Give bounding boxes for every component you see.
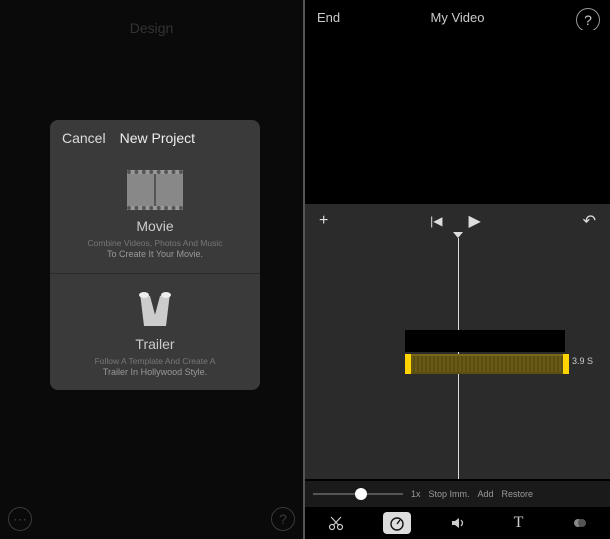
speed-row: 1x Stop Imm. Add Restore	[305, 481, 610, 507]
help-button-left[interactable]: ?	[271, 507, 295, 531]
more-button[interactable]: ⋯	[8, 507, 32, 531]
stop-immediate-button[interactable]: Stop Imm.	[429, 489, 470, 499]
trailer-option[interactable]: Trailer Follow A Template And Create A T…	[50, 273, 260, 391]
edit-toolbar: T	[305, 507, 610, 539]
help-button-right[interactable]: ?	[576, 8, 600, 32]
new-project-dialog: Cancel New Project Movie Combine Videos,…	[50, 120, 260, 390]
add-media-button[interactable]: +	[319, 212, 328, 230]
speed-slider-thumb[interactable]	[355, 488, 367, 500]
skip-back-button[interactable]: |◀	[430, 214, 442, 228]
play-button[interactable]: ▶	[468, 211, 480, 231]
dialog-title: New Project	[120, 130, 248, 146]
projects-panel: Design Cancel New Project Movie Combine …	[0, 0, 305, 539]
trailer-desc-2: Trailer In Hollywood Style.	[103, 367, 207, 377]
left-header-title: Design	[0, 20, 303, 36]
scissors-icon[interactable]	[322, 515, 350, 531]
trailer-label: Trailer	[62, 336, 248, 352]
trailer-desc-1: Follow A Template And Create A	[95, 356, 216, 366]
add-freeze-button[interactable]: Add	[478, 489, 494, 499]
movie-desc-1: Combine Videos, Photos And Music	[88, 238, 223, 248]
speed-value: 1x	[411, 489, 421, 499]
filter-icon[interactable]	[566, 515, 594, 531]
video-preview	[305, 30, 610, 200]
clip-container: 3.9 S	[405, 330, 595, 374]
trailer-desc: Follow A Template And Create A Trailer I…	[62, 356, 248, 379]
clip-duration: 3.9 S	[572, 356, 593, 366]
cancel-button[interactable]: Cancel	[62, 130, 106, 146]
speed-icon[interactable]	[383, 512, 411, 534]
timeline[interactable]: 3.9 S	[305, 238, 610, 479]
movie-label: Movie	[62, 218, 248, 234]
undo-button[interactable]: ↶	[583, 211, 596, 231]
text-icon[interactable]: T	[505, 514, 533, 532]
video-clip[interactable]: 3.9 S	[405, 354, 569, 374]
video-title: My Video	[431, 10, 485, 25]
volume-icon[interactable]	[444, 515, 472, 531]
clip-title-bar	[405, 330, 565, 352]
spotlight-icon	[130, 288, 180, 328]
end-button[interactable]: End	[317, 10, 340, 25]
movie-desc-2: To Create It Your Movie.	[107, 249, 203, 259]
editor-panel: End My Video ? 3.9 s + |◀ ▶ ↶ 3.9 S 1x S…	[305, 0, 610, 539]
restore-button[interactable]: Restore	[502, 489, 534, 499]
dialog-header: Cancel New Project	[50, 120, 260, 156]
movie-desc: Combine Videos, Photos And Music To Crea…	[62, 238, 248, 261]
speed-slider[interactable]	[313, 493, 403, 495]
film-icon	[127, 170, 183, 210]
movie-option[interactable]: Movie Combine Videos, Photos And Music T…	[50, 156, 260, 273]
